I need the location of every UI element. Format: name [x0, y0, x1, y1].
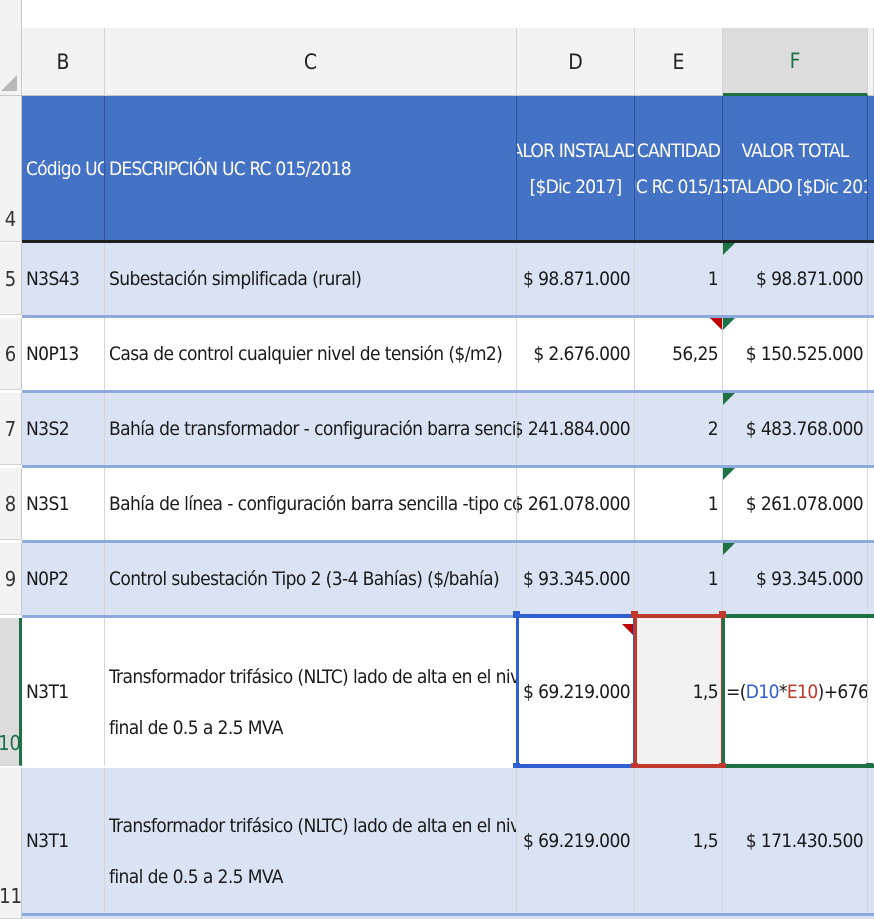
row-11-separator	[22, 913, 874, 916]
cell-b9[interactable]: N0P2	[22, 543, 105, 615]
row-header-4[interactable]: 4	[0, 96, 22, 242]
cell-b6[interactable]: N0P13	[22, 318, 105, 390]
cell-c5[interactable]: Subestación simplificada (rural)	[105, 243, 517, 315]
cell-f6[interactable]: $ 150.525.000	[723, 318, 868, 390]
cell-f7-flag-icon	[723, 393, 735, 405]
cell-c9[interactable]: Control subestación Tipo 2 (3-4 Bahías) …	[105, 543, 517, 615]
cell-b8[interactable]: N3S1	[22, 468, 105, 540]
ref-highlight-e10	[634, 614, 724, 768]
ref-e10-handle-tl[interactable]	[631, 611, 638, 618]
cell-d11[interactable]: $ 69.219.000	[517, 768, 635, 913]
cell-f8[interactable]: $ 261.078.000	[723, 468, 868, 540]
row-header-5[interactable]: 5	[0, 243, 22, 315]
cell-c10-line1: Transformador trifásico (NLTC) lado de a…	[109, 666, 516, 688]
header-valor-instalado[interactable]: VALOR INSTALADO [$Dic 2017]	[517, 96, 635, 242]
header-codigo-uc[interactable]: Código UC	[22, 96, 105, 242]
cell-f7[interactable]: $ 483.768.000	[723, 393, 868, 465]
cell-b5[interactable]: N3S43	[22, 243, 105, 315]
column-header-c[interactable]: C	[105, 28, 517, 96]
column-header-g[interactable]	[868, 28, 874, 96]
row-header-10[interactable]: 10	[0, 618, 22, 766]
ref-highlight-d10	[516, 614, 636, 768]
header-cantidad[interactable]: CANTIDAD UC RC 015/18	[635, 96, 723, 242]
row-header-8[interactable]: 8	[0, 468, 22, 540]
header-total-line1: VALOR TOTAL	[741, 140, 849, 162]
select-all-corner[interactable]	[0, 0, 22, 96]
cell-c10-line2: final de 0.5 a 2.5 MVA	[109, 717, 283, 739]
cell-d8[interactable]: $ 261.078.000	[517, 468, 635, 540]
header-cantidad-line2: UC RC 015/18	[635, 176, 723, 198]
cell-d9[interactable]: $ 93.345.000	[517, 543, 635, 615]
ref-d10-handle-tl[interactable]	[513, 611, 520, 618]
cell-f5[interactable]: $ 98.871.000	[723, 243, 868, 315]
cell-c11-line1: Transformador trifásico (NLTC) lado de a…	[109, 814, 516, 837]
cell-e6-comment-icon	[710, 318, 722, 330]
cell-c8[interactable]: Bahía de línea - configuración barra sen…	[105, 468, 517, 540]
cell-c10[interactable]: Transformador trifásico (NLTC) lado de a…	[105, 618, 517, 766]
header-descripcion[interactable]: DESCRIPCIÓN UC RC 015/2018	[105, 96, 517, 242]
cell-f9-flag-icon	[723, 543, 735, 555]
row-header-9[interactable]: 9	[0, 543, 22, 615]
cell-b11[interactable]: N3T1	[22, 768, 105, 913]
header-valor-line1: VALOR INSTALADO	[517, 140, 634, 162]
cell-c11-line2: final de 0.5 a 2.5 MVA	[109, 865, 283, 888]
top-strip	[22, 0, 874, 28]
cell-d6[interactable]: $ 2.676.000	[517, 318, 635, 390]
cell-e8[interactable]: 1	[635, 468, 723, 540]
header-g-sliver	[868, 96, 874, 242]
cell-e5-flag-icon	[723, 243, 735, 255]
cell-f11[interactable]: $ 171.430.500	[723, 768, 868, 913]
header-codigo-uc-text: Código UC	[26, 158, 105, 180]
header-valor-total[interactable]: VALOR TOTAL INSTALADO [$Dic 2017]	[723, 96, 868, 242]
cell-f6-flag-icon	[723, 318, 735, 330]
column-header-e[interactable]: E	[635, 28, 723, 96]
row-header-6[interactable]: 6	[0, 318, 22, 390]
cell-f9[interactable]: $ 93.345.000	[723, 543, 868, 615]
ref-e10-handle-tr[interactable]	[719, 611, 726, 618]
cell-e7[interactable]: 2	[635, 393, 723, 465]
cell-f8-flag-icon	[723, 468, 735, 480]
select-all-triangle-icon	[1, 75, 17, 91]
header-total-line2: INSTALADO [$Dic 2017]	[723, 176, 867, 198]
row-header-7[interactable]: 7	[0, 393, 22, 465]
active-cell-outline-f10	[722, 614, 874, 768]
cell-c11[interactable]: Transformador trifásico (NLTC) lado de a…	[105, 768, 517, 913]
column-header-f[interactable]: F	[723, 28, 868, 96]
cell-d7[interactable]: $ 241.884.000	[517, 393, 635, 465]
cell-c6[interactable]: Casa de control cualquier nivel de tensi…	[105, 318, 517, 390]
cell-b10[interactable]: N3T1	[22, 618, 105, 766]
cell-c7[interactable]: Bahía de transformador - configuración b…	[105, 393, 517, 465]
header-valor-line2: [$Dic 2017]	[529, 176, 622, 198]
header-descripcion-text: DESCRIPCIÓN UC RC 015/2018	[109, 158, 352, 180]
header-cantidad-line1: CANTIDAD	[636, 140, 721, 162]
cell-d5[interactable]: $ 98.871.000	[517, 243, 635, 315]
cell-b7[interactable]: N3S2	[22, 393, 105, 465]
column-header-d[interactable]: D	[517, 28, 635, 96]
column-header-b[interactable]: B	[22, 28, 105, 96]
cell-e5[interactable]: 1	[635, 243, 723, 315]
cell-e11[interactable]: 1,5	[635, 768, 723, 913]
cell-e9[interactable]: 1	[635, 543, 723, 615]
row-header-11[interactable]: 11	[0, 768, 22, 919]
